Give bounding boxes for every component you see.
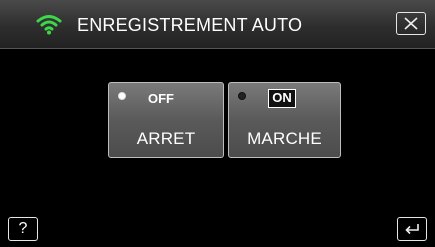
off-tag: OFF — [148, 91, 174, 106]
selected-indicator — [238, 92, 246, 100]
unselected-indicator — [118, 92, 126, 100]
close-button[interactable] — [396, 12, 426, 35]
option-off-label: ARRET — [136, 129, 196, 148]
return-button[interactable] — [397, 217, 427, 241]
option-on-label: MARCHE — [247, 129, 322, 148]
page-title: ENREGISTREMENT AUTO — [77, 15, 303, 35]
close-icon — [404, 17, 418, 30]
help-button[interactable]: ? — [8, 217, 38, 241]
return-icon — [405, 224, 419, 235]
wifi-icon — [36, 15, 62, 35]
title-bar: ENREGISTREMENT AUTO — [0, 0, 435, 49]
help-label: ? — [18, 220, 28, 237]
on-tag: ON — [268, 89, 296, 108]
option-off-button[interactable]: OFF ARRET — [108, 82, 224, 158]
option-on-button[interactable]: ON MARCHE — [228, 82, 341, 158]
